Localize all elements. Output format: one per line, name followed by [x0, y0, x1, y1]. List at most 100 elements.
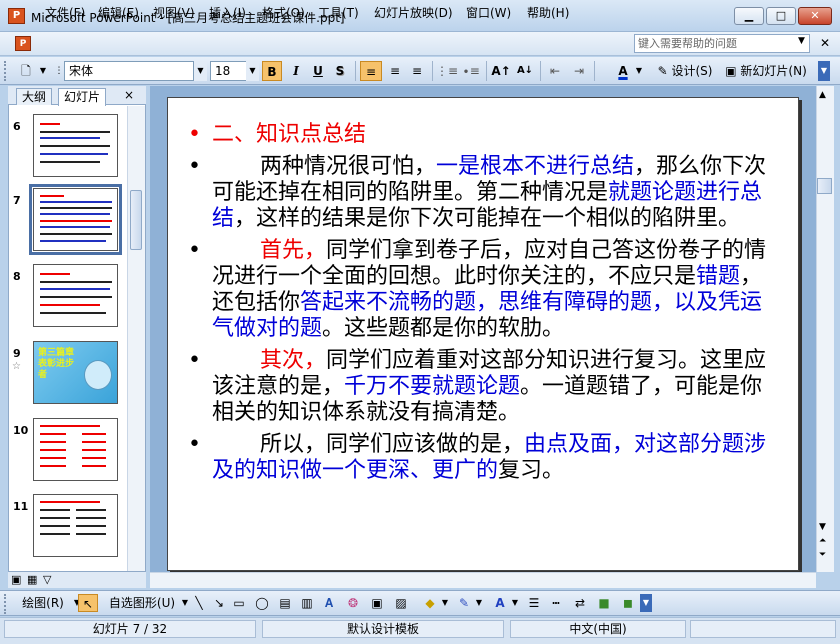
thumbnail-scroll-thumb[interactable] — [130, 190, 142, 250]
autoshapes-button[interactable]: 自选图形(U) — [104, 594, 180, 612]
new-document-icon[interactable]: 🗋 — [14, 61, 38, 81]
decrease-indent-icon[interactable]: ⇤ — [544, 61, 566, 81]
slide-heading[interactable]: • 二、知识点总结 — [186, 122, 782, 148]
font-dropdown-icon[interactable]: ▼ — [194, 61, 207, 81]
arrow-icon[interactable]: ↘ — [210, 594, 228, 612]
fill-color-icon[interactable]: ◆ — [420, 594, 440, 612]
close-window-button[interactable]: ✕ — [798, 7, 832, 25]
fill-dropdown-icon[interactable]: ▼ — [440, 594, 450, 612]
bold-button[interactable]: B — [262, 61, 282, 81]
status-design-template[interactable]: 默认设计模板 — [262, 620, 504, 638]
font-size-select[interactable]: 18 — [210, 61, 248, 81]
toolbar-grip[interactable] — [4, 594, 8, 614]
font-color-dropdown-icon[interactable]: ▼ — [634, 61, 644, 81]
textbox-icon[interactable]: ▤ — [276, 594, 294, 612]
numbered-list-icon[interactable]: ⋮≡ — [436, 61, 458, 81]
menu-insert[interactable]: 插入(I) — [209, 4, 246, 21]
normal-view-icon[interactable]: ▣ — [11, 573, 21, 586]
menu-file[interactable]: 文件(F) — [45, 4, 85, 21]
slide-text-body[interactable]: • 二、知识点总结 • 两种情况很可怕，一是根本不进行总结，那么你下次可能还掉在相同… — [186, 122, 782, 490]
chevron-down-icon[interactable]: ▼ — [180, 594, 190, 612]
menu-slideshow[interactable]: 幻灯片放映(D) — [374, 4, 453, 21]
font-family-select[interactable]: 宋体 — [64, 61, 194, 81]
slide-thumbnail[interactable] — [33, 494, 118, 557]
slide-thumbnail[interactable] — [33, 114, 118, 177]
size-dropdown-icon[interactable]: ▼ — [246, 61, 259, 81]
underline-button[interactable]: U — [308, 61, 328, 81]
decrease-font-icon[interactable]: A↓ — [514, 61, 536, 81]
menu-window[interactable]: 窗口(W) — [466, 4, 511, 21]
slide-vertical-scrollbar[interactable] — [816, 86, 834, 572]
align-center-icon[interactable]: ≡ — [384, 61, 406, 81]
next-slide-icon[interactable]: ⏷ — [819, 550, 826, 560]
tab-outline[interactable]: 大纲 — [16, 88, 53, 105]
menu-edit[interactable]: 编辑(E) — [98, 4, 139, 21]
bullet-paragraph[interactable]: • 所以，同学们应该做的是，由点及面，对这部分题涉及的知识做一个更深、更广的复习。 — [186, 432, 782, 484]
menu-view[interactable]: 视图(V) — [153, 4, 195, 21]
slideshow-view-icon[interactable]: ▽ — [43, 573, 51, 586]
close-document-icon[interactable]: ✕ — [820, 36, 830, 50]
diagram-icon[interactable]: ❂ — [344, 594, 362, 612]
bullet-paragraph[interactable]: • 首先，同学们拿到卷子后，应对自己答这份卷子的情况进行一个全面的回想。此时你关注… — [186, 238, 782, 342]
help-dropdown-icon[interactable]: ▼ — [798, 36, 805, 46]
3d-style-icon[interactable]: ◼ — [618, 594, 638, 612]
toolbar-overflow-icon[interactable]: ▼ — [640, 594, 652, 612]
oval-icon[interactable]: ◯ — [252, 594, 272, 612]
shadow-button[interactable]: S — [330, 61, 350, 81]
italic-button[interactable]: I — [286, 61, 306, 81]
draw-font-dropdown-icon[interactable]: ▼ — [510, 594, 520, 612]
thumb-line — [40, 465, 66, 467]
slide-thumbnail[interactable]: 第三篇章 表彰进步者 — [33, 341, 118, 404]
slide-thumbnail[interactable] — [33, 264, 118, 327]
line-color-dropdown-icon[interactable]: ▼ — [474, 594, 484, 612]
clipart-icon[interactable]: ▣ — [368, 594, 386, 612]
menu-format[interactable]: 格式(O) — [262, 4, 305, 21]
design-button[interactable]: ✎ 设计(S) — [652, 61, 718, 81]
draw-menu-button[interactable]: 绘图(R) — [14, 594, 72, 612]
help-search-input[interactable]: 键入需要帮助的问题 — [634, 34, 810, 53]
toolbar-options-icon[interactable]: ⋮ — [54, 61, 64, 81]
arrow-style-icon[interactable]: ⇄ — [570, 594, 590, 612]
line-icon[interactable]: ╲ — [190, 594, 208, 612]
select-pointer-icon[interactable]: ↖ — [78, 594, 98, 612]
menu-help[interactable]: 帮助(H) — [527, 4, 569, 21]
previous-slide-icon[interactable]: ⏶ — [819, 536, 826, 546]
bullet-paragraph[interactable]: • 其次，同学们应着重对这部分知识进行复习。这里应该注意的是，千万不要就题论题。一… — [186, 348, 782, 426]
sorter-view-icon[interactable]: ▦ — [27, 573, 37, 586]
new-slide-button[interactable]: ▣ 新幻灯片(N) — [722, 61, 810, 81]
chevron-down-icon[interactable]: ▼ — [38, 61, 48, 81]
line-color-icon[interactable]: ✎ — [454, 594, 474, 612]
font-color-icon[interactable]: A — [612, 61, 634, 81]
increase-indent-icon[interactable]: ⇥ — [568, 61, 590, 81]
draw-font-color-icon[interactable]: A — [490, 594, 510, 612]
line-style-icon[interactable]: ☰ — [524, 594, 544, 612]
slide-scroll-thumb[interactable] — [817, 178, 832, 194]
close-pane-icon[interactable]: × — [124, 88, 134, 102]
shadow-style-icon[interactable]: ■ — [594, 594, 614, 612]
menu-tools[interactable]: 工具(T) — [318, 4, 359, 21]
slide-canvas[interactable]: • 二、知识点总结 • 两种情况很可怕，一是根本不进行总结，那么你下次可能还掉在相同… — [167, 97, 799, 571]
scroll-down-icon[interactable]: ▼ — [819, 522, 826, 532]
tab-slides[interactable]: 幻灯片 — [58, 88, 107, 106]
slide-thumbnail[interactable] — [33, 418, 118, 481]
increase-font-icon[interactable]: A↑ — [490, 61, 512, 81]
picture-icon[interactable]: ▨ — [392, 594, 410, 612]
vertical-textbox-icon[interactable]: ▥ — [298, 594, 316, 612]
thumbnail-scrollbar[interactable] — [127, 106, 145, 571]
slide-thumbnail[interactable] — [29, 184, 122, 255]
powerpoint-app-icon[interactable]: P — [8, 8, 25, 24]
bullet-paragraph[interactable]: • 两种情况很可怕，一是根本不进行总结，那么你下次可能还掉在相同的陷阱里。第二种情… — [186, 154, 782, 232]
maximize-button[interactable]: □ — [766, 7, 796, 25]
align-right-icon[interactable]: ≡ — [406, 61, 428, 81]
toolbar-grip[interactable] — [4, 61, 8, 81]
toolbar-overflow-icon[interactable]: ▼ — [818, 61, 830, 81]
slide-horizontal-scrollbar[interactable] — [150, 572, 816, 588]
rectangle-icon[interactable]: ▭ — [230, 594, 248, 612]
align-left-icon[interactable]: ≡ — [360, 61, 382, 81]
document-icon[interactable]: P — [15, 36, 31, 51]
dash-style-icon[interactable]: ┅ — [546, 594, 566, 612]
minimize-button[interactable]: ▁ — [734, 7, 764, 25]
bullet-list-icon[interactable]: ∙≡ — [460, 61, 482, 81]
scroll-up-icon[interactable]: ▲ — [819, 90, 826, 100]
wordart-icon[interactable]: 𝐀 — [320, 594, 338, 612]
